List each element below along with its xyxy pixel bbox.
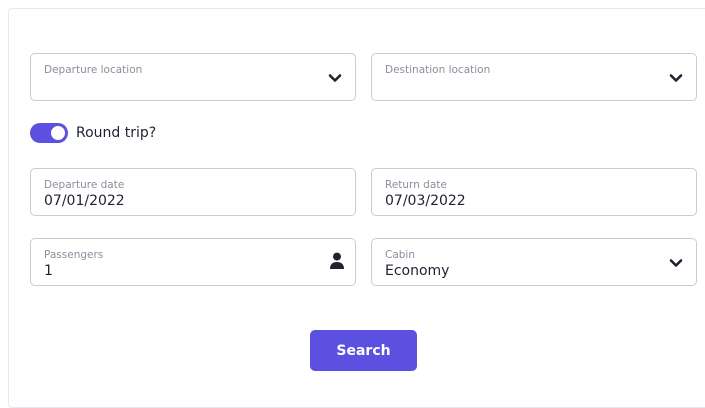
- destination-location-label: Destination location: [385, 64, 491, 76]
- return-date-value: 07/03/2022: [385, 193, 466, 209]
- passengers-label: Passengers: [44, 249, 104, 261]
- destination-location-select[interactable]: Destination location: [371, 53, 697, 101]
- round-trip-label: Round trip?: [76, 125, 157, 141]
- cabin-select[interactable]: Cabin Economy: [371, 238, 697, 286]
- departure-date-label: Departure date: [44, 179, 125, 191]
- departure-date-field[interactable]: Departure date 07/01/2022: [30, 168, 356, 216]
- departure-date-value: 07/01/2022: [44, 193, 125, 209]
- chevron-down-icon: [669, 259, 683, 267]
- passengers-field[interactable]: Passengers 1: [30, 238, 356, 286]
- chevron-down-icon: [328, 74, 342, 82]
- return-date-label: Return date: [385, 179, 447, 191]
- cabin-value: Economy: [385, 263, 450, 279]
- search-button[interactable]: Search: [310, 330, 417, 371]
- chevron-down-icon: [669, 74, 683, 82]
- passengers-value: 1: [44, 263, 53, 279]
- departure-location-label: Departure location: [44, 64, 143, 76]
- person-icon: [330, 252, 344, 269]
- cabin-label: Cabin: [385, 249, 416, 261]
- return-date-field[interactable]: Return date 07/03/2022: [371, 168, 697, 216]
- departure-location-select[interactable]: Departure location: [30, 53, 356, 101]
- toggle-knob: [51, 126, 65, 140]
- round-trip-toggle[interactable]: [30, 123, 68, 143]
